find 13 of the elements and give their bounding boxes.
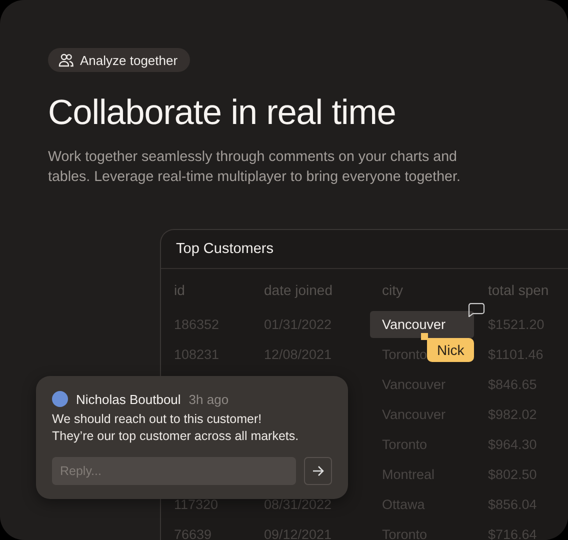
- description-text: Work together seamlessly through comments on your charts and tables. Leverage real-time multiplayer to bring everyone together.: [48, 148, 462, 187]
- column-header: id: [174, 282, 185, 298]
- column-header: date joined: [264, 282, 333, 298]
- cursor-label: Nick: [427, 338, 474, 362]
- column-header: total spen: [488, 282, 549, 298]
- selected-cell: Vancouver: [370, 310, 474, 338]
- comment-author: Nicholas Boutboul: [76, 392, 181, 406]
- column-header: city: [382, 282, 403, 298]
- comment-time: 3h ago: [188, 392, 229, 406]
- comment-text: We should reach out to this customer! They’re our top customer across all markets.: [52, 411, 300, 445]
- table-title: Top Customers: [161, 230, 568, 269]
- page-heading: Collaborate in real time: [48, 93, 397, 133]
- tag-badge: Analyze together: [48, 48, 190, 72]
